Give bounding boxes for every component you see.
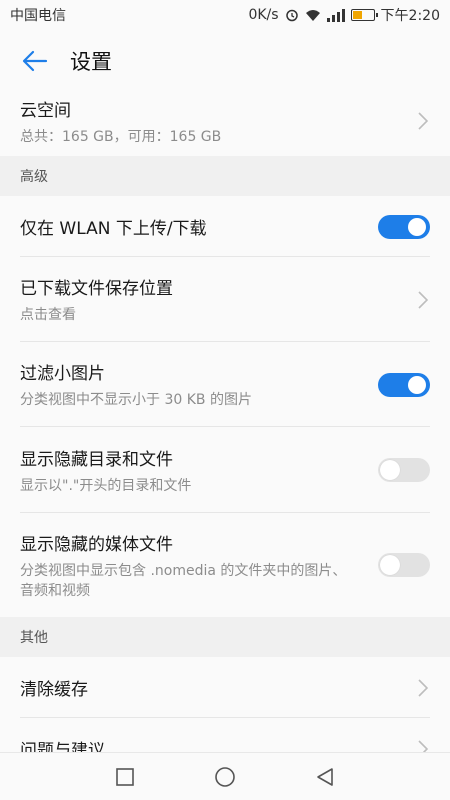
filter-small-title: 过滤小图片	[20, 364, 105, 384]
alarm-icon	[285, 8, 299, 22]
cloud-space-item[interactable]: 云空间 总共：165 GB，可用：165 GB	[0, 92, 450, 156]
wifi-icon	[305, 9, 321, 22]
recents-square-icon[interactable]	[105, 757, 145, 797]
chevron-right-icon	[416, 112, 430, 130]
show-hidden-media-item[interactable]: 显示隐藏的媒体文件 分类视图中显示包含 .nomedia 的文件夹中的图片、音频…	[0, 513, 450, 617]
clear-cache-item[interactable]: 清除缓存	[0, 657, 450, 718]
back-triangle-icon[interactable]	[305, 757, 345, 797]
cloud-space-title: 云空间	[20, 100, 71, 121]
show-hidden-toggle[interactable]	[378, 458, 430, 482]
section-header-advanced: 高级	[0, 156, 450, 196]
download-location-sub: 点击查看	[20, 307, 76, 323]
network-speed: 0K/s	[248, 7, 279, 23]
chevron-right-icon	[416, 290, 430, 309]
settings-list[interactable]: 云空间 总共：165 GB，可用：165 GB 高级 仅在 WLAN 下上传/下…	[0, 92, 450, 752]
wlan-only-toggle[interactable]	[378, 214, 430, 239]
section-header-other: 其他	[0, 617, 450, 657]
app-bar: 设置	[0, 30, 450, 92]
chevron-right-icon	[416, 678, 430, 697]
filter-small-toggle[interactable]	[378, 372, 430, 397]
cloud-space-usage: 总共：165 GB，可用：165 GB	[20, 128, 222, 145]
wlan-only-item[interactable]: 仅在 WLAN 下上传/下载	[0, 196, 450, 257]
wlan-only-title: 仅在 WLAN 下上传/下载	[20, 219, 207, 239]
show-hidden-title: 显示隐藏目录和文件	[20, 449, 173, 470]
chevron-right-icon	[416, 739, 430, 752]
filter-small-images-item[interactable]: 过滤小图片 分类视图中不显示小于 30 KB 的图片	[0, 342, 450, 427]
download-location-title: 已下载文件保存位置	[20, 279, 173, 299]
show-hidden-sub: 显示以"."开头的目录和文件	[20, 477, 192, 494]
filter-small-sub: 分类视图中不显示小于 30 KB 的图片	[20, 392, 252, 408]
feedback-title: 问题与建议	[20, 741, 105, 752]
show-hidden-files-item[interactable]: 显示隐藏目录和文件 显示以"."开头的目录和文件	[0, 427, 450, 513]
carrier-label: 中国电信	[10, 8, 66, 24]
status-bar: 中国电信 0K/s 下午2:20	[0, 0, 450, 30]
signal-icon	[326, 8, 345, 22]
show-hidden-media-toggle[interactable]	[378, 553, 430, 577]
download-location-item[interactable]: 已下载文件保存位置 点击查看	[0, 257, 450, 342]
system-nav-bar	[0, 752, 450, 800]
show-hidden-media-title: 显示隐藏的媒体文件	[20, 534, 173, 555]
clock: 下午2:20	[380, 8, 440, 24]
feedback-item[interactable]: 问题与建议	[0, 718, 450, 752]
clear-cache-title: 清除缓存	[20, 680, 88, 700]
show-hidden-media-sub: 分类视图中显示包含 .nomedia 的文件夹中的图片、音频和视频	[20, 562, 347, 599]
battery-icon	[350, 9, 378, 21]
home-circle-icon[interactable]	[205, 757, 245, 797]
back-arrow-icon[interactable]	[20, 46, 50, 76]
page-title: 设置	[70, 50, 112, 74]
